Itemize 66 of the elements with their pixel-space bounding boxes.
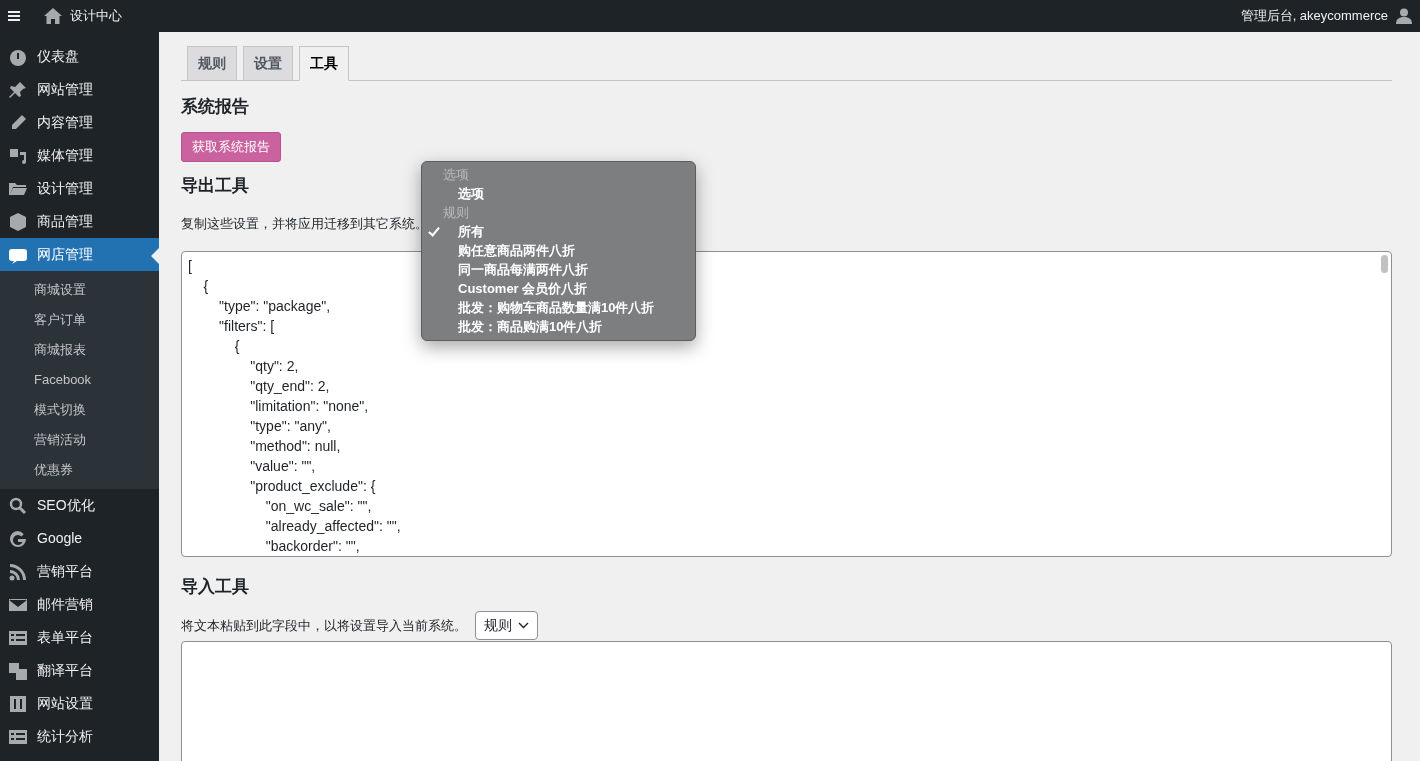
code-line: "filters": [ — [218, 317, 275, 337]
description-text: 将文本粘贴到此字段中，以将设置导入当前系统。 — [181, 617, 467, 636]
option-group-label: 规则 — [442, 204, 470, 222]
user-avatar-icon[interactable] — [1396, 8, 1412, 24]
letter-g-icon — [8, 528, 28, 549]
submenu-item[interactable]: 模式切换 — [0, 395, 159, 425]
caret-icon — [518, 622, 529, 630]
code-line: [ — [188, 257, 192, 277]
tab[interactable]: 设置 — [243, 46, 293, 81]
sidebar-item[interactable]: SEO优化 — [0, 489, 159, 522]
code-line: "on_wc_sale": "", — [264, 497, 372, 517]
sidebar-item[interactable]: 营销平台 — [0, 555, 159, 588]
code-line: "type": "any", — [249, 417, 331, 437]
code-line: "method": null, — [249, 437, 341, 457]
section-heading: 系统报告 — [181, 97, 249, 118]
sidebar-item[interactable]: 媒体管理 — [0, 139, 159, 172]
sidebar-item[interactable]: 网站管理 — [0, 73, 159, 106]
rss-icon — [8, 561, 28, 582]
code-line: { — [233, 337, 240, 357]
sidebar-item[interactable]: 邮件营销 — [0, 588, 159, 621]
get-system-report-button[interactable]: 获取系统报告 — [181, 132, 281, 162]
menu-option[interactable]: 购任意商品两件八折 — [422, 241, 695, 260]
sidebar-item[interactable]: Google — [0, 522, 159, 555]
site-title-link[interactable]: 设计中心 — [70, 6, 122, 26]
sidebar-item[interactable]: 设计管理 — [0, 172, 159, 205]
home-icon[interactable] — [44, 8, 62, 24]
menu-option[interactable]: 批发：商品购满10件八折 — [422, 317, 695, 336]
code-line: { — [202, 277, 209, 297]
section-heading: 导出工具 — [181, 175, 249, 197]
pushpin-icon — [8, 79, 28, 100]
section-heading: 导入工具 — [181, 577, 249, 598]
sidebar-item[interactable]: 仪表盘 — [0, 40, 159, 73]
submenu-item[interactable]: 优惠券 — [0, 455, 159, 485]
box-icon — [8, 211, 28, 232]
search-icon — [8, 495, 28, 516]
submenu-item[interactable]: 客户订单 — [0, 305, 159, 335]
rule-select[interactable]: 规则 — [475, 611, 538, 641]
sidebar-item[interactable]: 商品管理 — [0, 205, 159, 238]
sidebar-item[interactable]: 统计分析 — [0, 720, 159, 753]
submenu-item[interactable]: 商城报表 — [0, 335, 159, 365]
menu-option[interactable]: 同一商品每满两件八折 — [422, 260, 695, 279]
submenu-item[interactable]: 商城设置 — [0, 275, 159, 305]
code-line: "qty": 2, — [249, 357, 299, 377]
tab[interactable]: 工具 — [299, 46, 349, 81]
code-line: "type": "package", — [218, 297, 331, 317]
menu-option[interactable]: 选项 — [422, 184, 695, 203]
code-line: "value": "", — [249, 457, 316, 477]
menu-option[interactable]: Customer 会员价八折 — [422, 279, 695, 298]
sidebar-item[interactable]: 网店管理 — [0, 238, 159, 271]
menu-option[interactable]: 批发：购物车商品数量满10件八折 — [422, 298, 695, 317]
import-text-field[interactable] — [181, 641, 1392, 761]
tab[interactable]: 规则 — [187, 46, 237, 81]
code-line: "backorder": "", — [264, 537, 360, 557]
code-line: "already_affected": "", — [264, 517, 401, 537]
sidebar-item[interactable]: 内容管理 — [0, 106, 159, 139]
code-line: "qty_end": 2, — [249, 377, 330, 397]
submenu-item[interactable]: 营销活动 — [0, 425, 159, 455]
submenu-item[interactable]: Facebook — [0, 365, 159, 395]
code-line: "product_exclude": { — [249, 477, 376, 497]
menu-icon[interactable] — [8, 11, 20, 21]
scrollbar[interactable] — [1381, 255, 1388, 274]
sidebar-item[interactable]: 翻译平台 — [0, 654, 159, 687]
sidebar-item[interactable]: 网站设置 — [0, 687, 159, 720]
sidebar-item[interactable]: 表单平台 — [0, 621, 159, 654]
code-line: "limitation": "none", — [249, 397, 369, 417]
account-name[interactable]: 管理后台, akeycommerce — [1240, 6, 1388, 26]
